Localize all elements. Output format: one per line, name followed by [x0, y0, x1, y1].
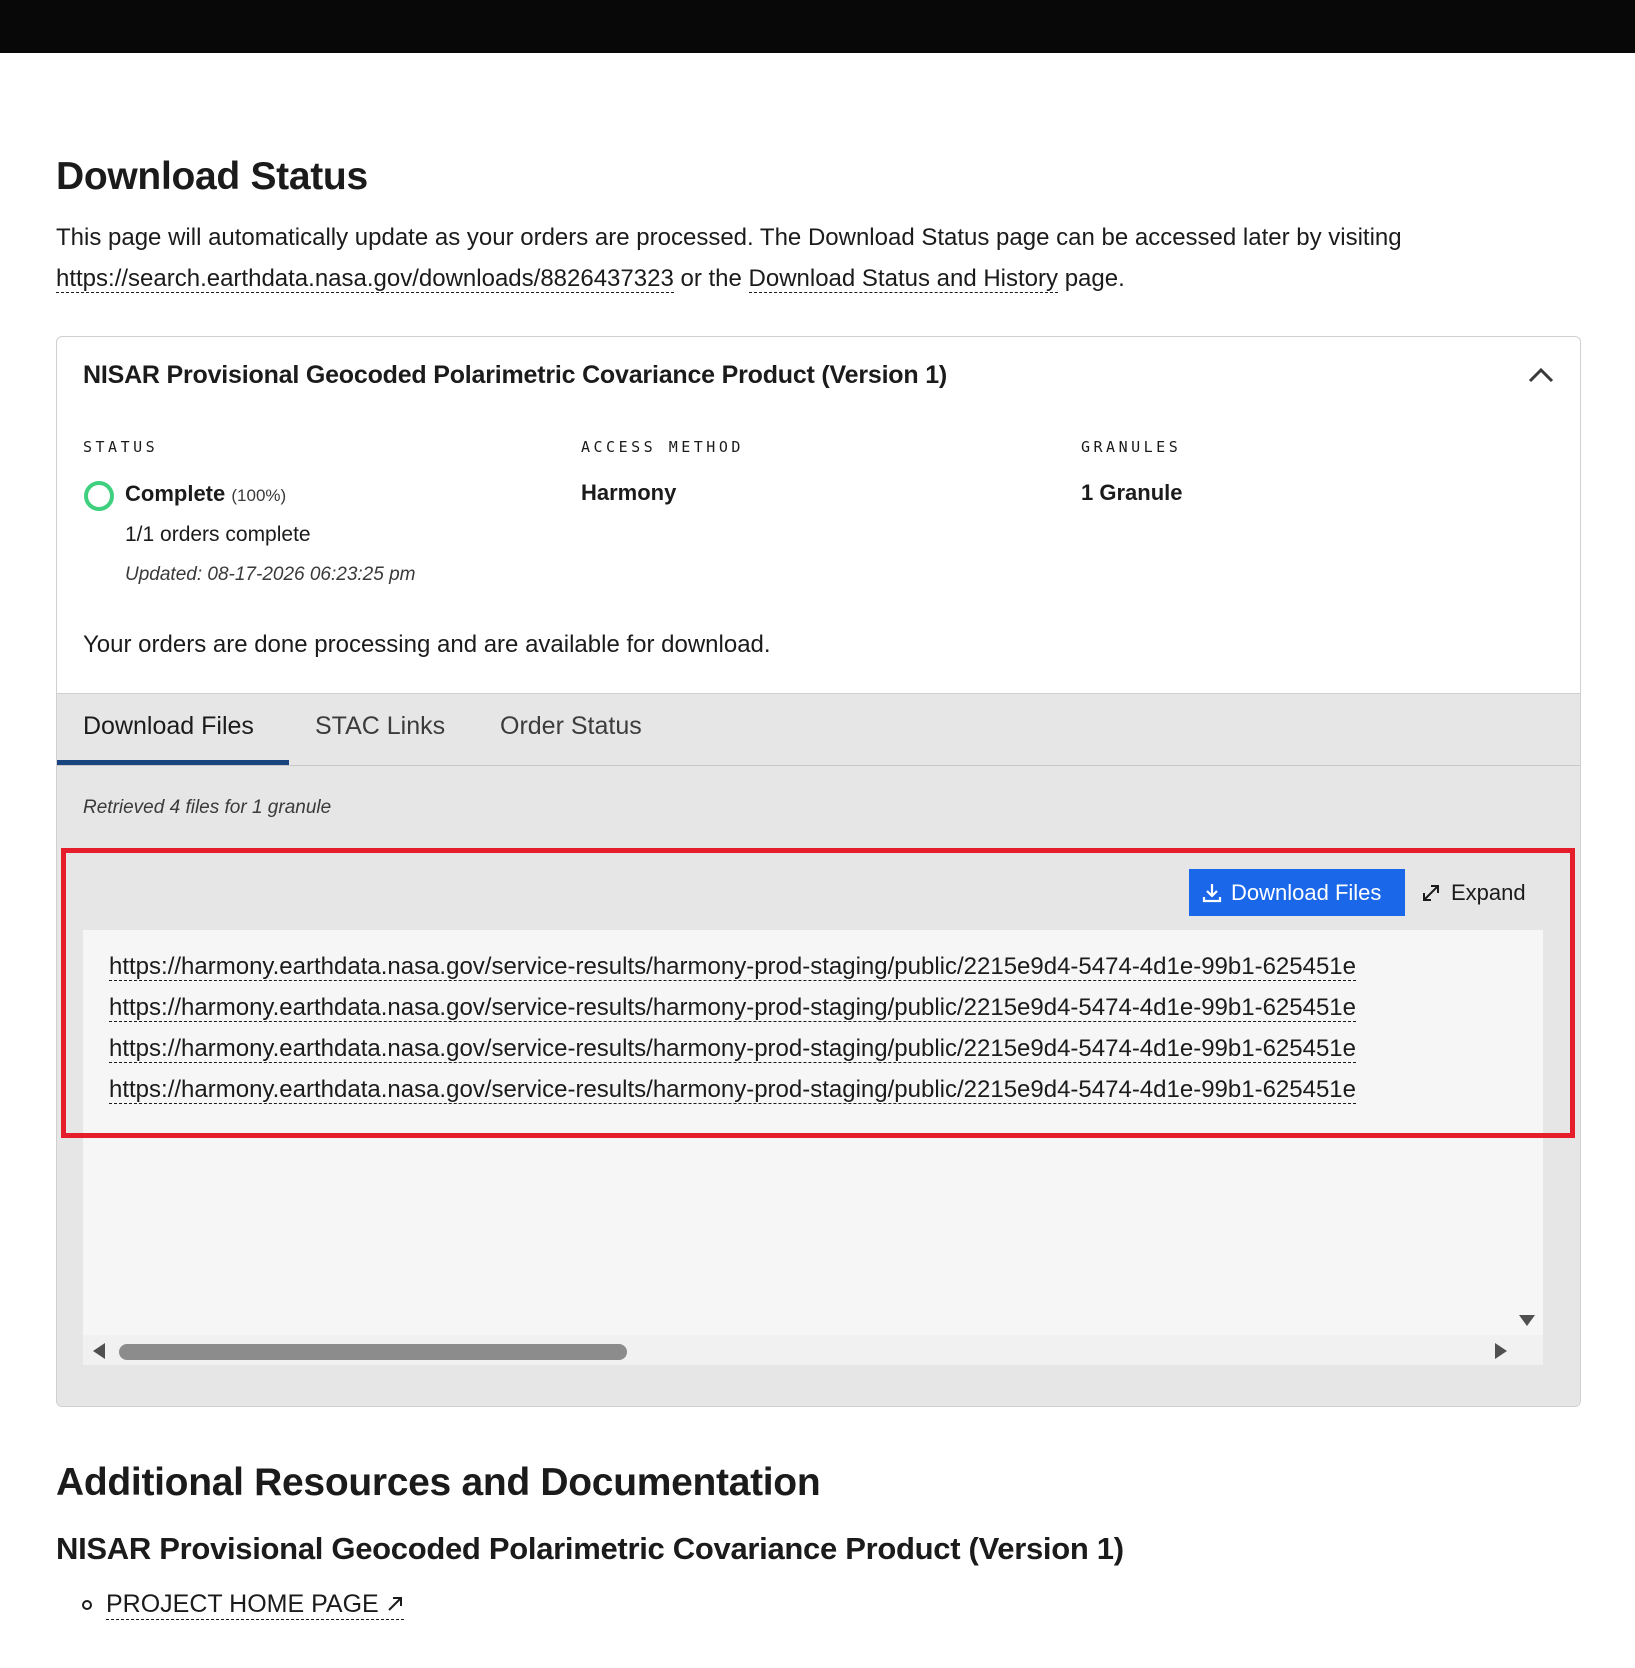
- download-link-1[interactable]: https://harmony.earthdata.nasa.gov/servi…: [109, 946, 1499, 987]
- expand-button-label: Expand: [1451, 879, 1526, 905]
- granules-label: GRANULES: [1081, 438, 1182, 456]
- intro-text-part-1: This page will automatically update as y…: [56, 224, 1402, 251]
- granules-value: 1 Granule: [1081, 480, 1183, 505]
- status-percent: (100%): [231, 486, 287, 505]
- download-links-list: https://harmony.earthdata.nasa.gov/servi…: [83, 930, 1543, 1365]
- page-title: Download Status: [56, 155, 368, 198]
- download-links-scroll-content: https://harmony.earthdata.nasa.gov/servi…: [109, 946, 1499, 1110]
- project-home-page-link[interactable]: PROJECT HOME PAGE: [106, 1590, 404, 1620]
- collapse-chevron-up-icon[interactable]: [1526, 363, 1556, 387]
- expand-icon: [1423, 884, 1439, 901]
- bullet-icon: [82, 1600, 92, 1610]
- orders-complete-text: 1/1 orders complete: [125, 523, 311, 546]
- complete-status-icon: [84, 481, 114, 511]
- expand-button[interactable]: Expand: [1421, 869, 1526, 916]
- order-card: NISAR Provisional Geocoded Polarimetric …: [56, 336, 1581, 1407]
- download-link-2[interactable]: https://harmony.earthdata.nasa.gov/servi…: [109, 987, 1499, 1028]
- access-method-label: ACCESS METHOD: [581, 438, 744, 456]
- horizontal-scrollbar[interactable]: [83, 1335, 1543, 1365]
- retrieved-files-text: Retrieved 4 files for 1 granule: [83, 797, 332, 818]
- intro-text-part-2: or the: [680, 265, 742, 292]
- download-link-4[interactable]: https://harmony.earthdata.nasa.gov/servi…: [109, 1069, 1499, 1110]
- tab-download-files[interactable]: Download Files: [83, 694, 254, 765]
- tab-stac-links[interactable]: STAC Links: [315, 694, 445, 765]
- scroll-right-arrow-icon[interactable]: [1495, 1343, 1507, 1359]
- download-icon: [1202, 883, 1222, 902]
- download-files-button-label: Download Files: [1231, 879, 1382, 905]
- external-link-icon: [387, 1597, 402, 1611]
- resources-title: Additional Resources and Documentation: [56, 1461, 821, 1504]
- scroll-left-arrow-icon[interactable]: [93, 1343, 105, 1359]
- status-value: Complete (100%): [125, 481, 286, 507]
- tab-order-status[interactable]: Order Status: [500, 694, 642, 765]
- scroll-down-arrow-icon[interactable]: [1519, 1315, 1535, 1326]
- access-method-value: Harmony: [581, 480, 677, 505]
- top-bar: [0, 0, 1635, 53]
- tabs-panel: Download Files STAC Links Order Status R…: [57, 693, 1580, 1406]
- intro-text-part-3: page.: [1064, 265, 1125, 292]
- intro-text: This page will automatically update as y…: [56, 217, 1586, 299]
- download-history-link[interactable]: Download Status and History: [748, 265, 1059, 293]
- status-complete-text: Complete: [125, 481, 226, 506]
- download-link-3[interactable]: https://harmony.earthdata.nasa.gov/servi…: [109, 1028, 1499, 1069]
- resources-list: PROJECT HOME PAGE: [82, 1590, 404, 1620]
- list-item: PROJECT HOME PAGE: [82, 1590, 404, 1620]
- done-processing-message: Your orders are done processing and are …: [83, 631, 771, 658]
- collection-title: NISAR Provisional Geocoded Polarimetric …: [83, 361, 948, 389]
- status-label: STATUS: [83, 438, 159, 456]
- horizontal-scrollbar-thumb[interactable]: [119, 1344, 627, 1360]
- tabs-divider: [57, 765, 1580, 766]
- download-files-button[interactable]: Download Files: [1189, 869, 1405, 916]
- vertical-scrollbar[interactable]: [1513, 930, 1543, 1335]
- download-status-url-link[interactable]: https://search.earthdata.nasa.gov/downlo…: [56, 265, 674, 293]
- updated-timestamp: Updated: 08-17-2026 06:23:25 pm: [125, 564, 416, 585]
- resources-collection-title: NISAR Provisional Geocoded Polarimetric …: [56, 1531, 1124, 1566]
